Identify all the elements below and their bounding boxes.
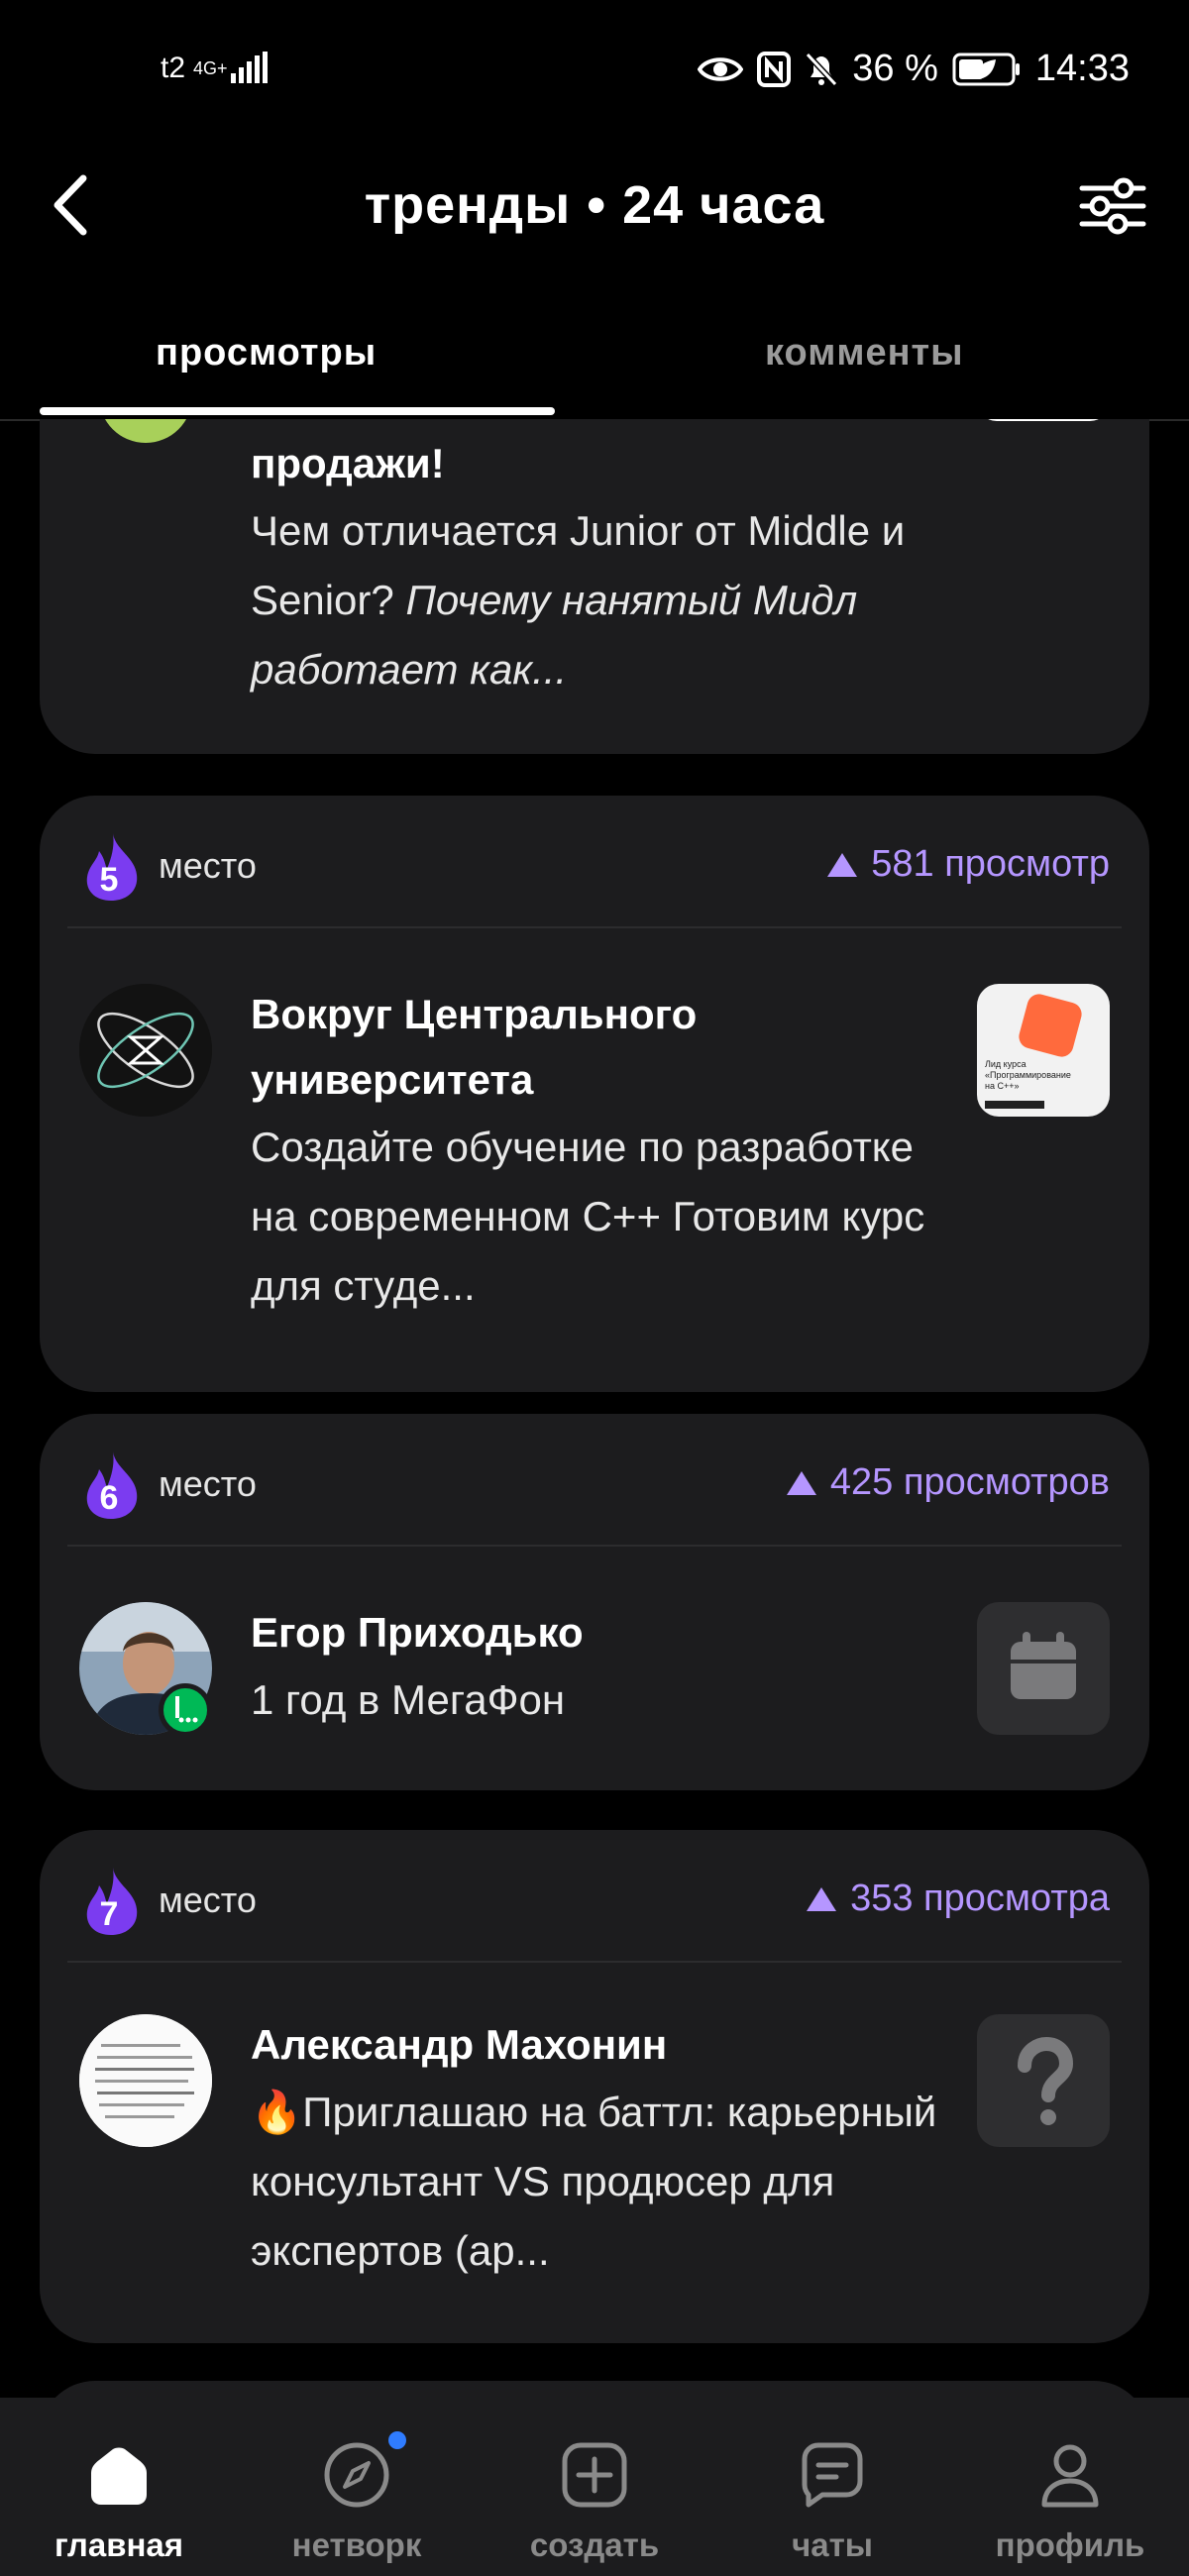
tab-views[interactable]: просмотры bbox=[156, 332, 377, 375]
chat-icon bbox=[802, 2442, 863, 2508]
text-document-thumbnail bbox=[79, 2014, 212, 2147]
notification-dot bbox=[388, 2431, 406, 2449]
card-text: продажи! Чем отличается Junior от Middle… bbox=[251, 431, 964, 704]
status-left: t2 4G+ bbox=[161, 52, 269, 85]
top-app-bar: тренды • 24 часа bbox=[0, 149, 1189, 268]
nav-profile[interactable]: профиль bbox=[951, 2398, 1189, 2576]
avatar[interactable] bbox=[79, 1602, 212, 1737]
status-bar: t2 4G+ 36 % 14:33 bbox=[0, 0, 1189, 149]
rank-number: 5 bbox=[99, 861, 119, 899]
profile-icon bbox=[1041, 2444, 1099, 2508]
author-name: Егор Приходько bbox=[251, 1609, 584, 1656]
bell-off-icon bbox=[806, 52, 838, 86]
card-title: продажи! bbox=[251, 440, 445, 486]
views-count: 425 просмотров bbox=[786, 1461, 1110, 1504]
clock: 14:33 bbox=[1034, 48, 1130, 89]
author-name: Александр Махонин bbox=[251, 2021, 668, 2068]
nav-network[interactable]: нетворк bbox=[238, 2398, 476, 2576]
compass-icon bbox=[324, 2442, 389, 2508]
card-description: 1 год в МегаФон bbox=[251, 1676, 566, 1723]
nav-label: профиль bbox=[995, 2526, 1145, 2563]
trend-up-icon bbox=[827, 852, 858, 877]
thumb-graphic bbox=[1016, 991, 1085, 1060]
card-text: Егор Приходько 1 год в МегаФон bbox=[251, 1600, 964, 1735]
calendar-icon bbox=[1011, 1632, 1076, 1699]
trend-up-icon bbox=[807, 1886, 837, 1911]
nav-create[interactable]: создать bbox=[476, 2398, 713, 2576]
eye-icon bbox=[698, 56, 744, 81]
question-icon bbox=[1018, 2036, 1074, 2125]
home-icon bbox=[91, 2447, 147, 2505]
views-label: 353 просмотра bbox=[850, 1878, 1110, 1919]
trend-card[interactable]: продажи! Чем отличается Junior от Middle… bbox=[40, 419, 1149, 754]
card-text: Александр Махонин 🔥Приглашаю на баттл: к… bbox=[251, 2012, 964, 2286]
place-label: место bbox=[159, 1879, 257, 1920]
nav-home[interactable]: главная bbox=[0, 2398, 238, 2576]
orbit-logo-icon bbox=[79, 984, 212, 1117]
card-description: Чем отличается Junior от Middle и Senior… bbox=[251, 496, 964, 704]
megafon-icon bbox=[175, 1696, 198, 1723]
nav-label: главная bbox=[54, 2526, 184, 2563]
nav-label: чаты bbox=[792, 2526, 873, 2563]
rank-number: 6 bbox=[99, 1479, 119, 1517]
nav-label: создать bbox=[529, 2526, 660, 2563]
trend-card[interactable]: 5 место 581 просмотр Вокруг Центрального… bbox=[40, 796, 1149, 1392]
rank-badge: 6 bbox=[81, 1449, 145, 1521]
signal-icon bbox=[231, 52, 269, 83]
status-right: 36 % 14:33 bbox=[698, 48, 1130, 90]
avatar[interactable] bbox=[79, 2014, 212, 2147]
place-label: место bbox=[159, 1463, 257, 1504]
card-description: Создайте обучение по разработке на совре… bbox=[251, 1124, 925, 1309]
views-count: 353 просмотра bbox=[807, 1878, 1110, 1920]
trend-card[interactable]: 6 место 425 просмотров Егор Приходько 1 … bbox=[40, 1414, 1149, 1790]
plus-square-icon bbox=[562, 2442, 627, 2508]
network-type: 4G+ bbox=[193, 58, 228, 78]
nav-label: нетворк bbox=[291, 2526, 422, 2563]
tab-comments[interactable]: комменты bbox=[765, 332, 964, 375]
page-title: тренды • 24 часа bbox=[364, 175, 825, 235]
carrier-label: t2 bbox=[161, 52, 186, 84]
bottom-navigation: главная нетворк создать чаты профиль bbox=[0, 2398, 1189, 2576]
views-label: 581 просмотр bbox=[871, 843, 1110, 885]
thumbnail[interactable] bbox=[977, 2014, 1110, 2147]
battery-icon bbox=[952, 53, 1020, 85]
thumbnail[interactable] bbox=[977, 1602, 1110, 1735]
avatar bbox=[99, 419, 192, 443]
trend-list[interactable]: продажи! Чем отличается Junior от Middle… bbox=[0, 419, 1189, 2398]
tab-indicator bbox=[40, 407, 555, 415]
thumb-strip bbox=[985, 1101, 1044, 1109]
nav-chats[interactable]: чаты bbox=[713, 2398, 951, 2576]
filter-button[interactable] bbox=[1078, 174, 1147, 238]
nfc-icon bbox=[757, 51, 792, 87]
views-count: 581 просмотр bbox=[827, 843, 1110, 886]
rank-number: 7 bbox=[99, 1895, 119, 1933]
views-label: 425 просмотров bbox=[829, 1461, 1110, 1503]
card-description: 🔥Приглашаю на баттл: карьерный консульта… bbox=[251, 2089, 937, 2274]
trend-card[interactable] bbox=[40, 2381, 1149, 2398]
trend-up-icon bbox=[786, 1470, 816, 1495]
thumb-caption: Лид курса «Программирование на С++» bbox=[985, 1059, 1071, 1091]
author-name: Вокруг Центрального университета bbox=[251, 991, 698, 1103]
battery-percent: 36 % bbox=[852, 48, 938, 89]
thumbnail bbox=[977, 419, 1110, 421]
sliders-icon bbox=[1079, 177, 1146, 235]
card-text: Вокруг Центрального университета Создайт… bbox=[251, 982, 964, 1321]
tab-bar: просмотры комменты bbox=[0, 312, 1189, 421]
avatar[interactable] bbox=[79, 984, 212, 1117]
trend-card[interactable]: 7 место 353 просмотра Александр Махонин … bbox=[40, 1830, 1149, 2343]
rank-badge: 5 bbox=[81, 831, 145, 903]
rank-badge: 7 bbox=[81, 1866, 145, 1937]
place-label: место bbox=[159, 845, 257, 886]
status-badge bbox=[159, 1683, 212, 1737]
thumbnail[interactable]: Лид курса «Программирование на С++» bbox=[977, 984, 1110, 1117]
